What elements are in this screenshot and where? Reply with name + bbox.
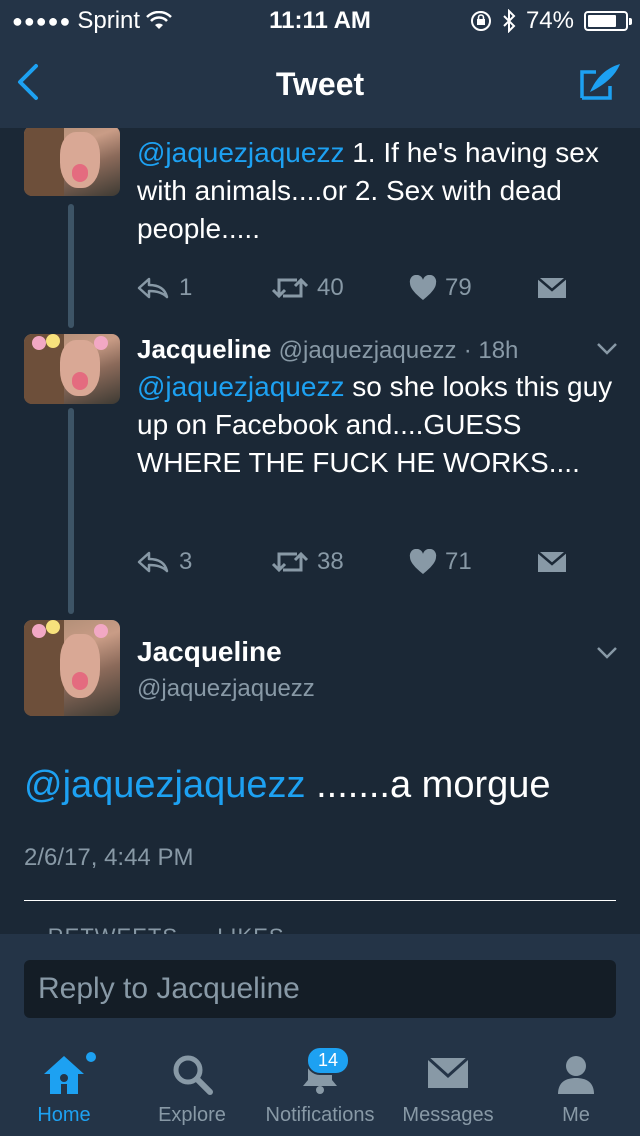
divider: [24, 900, 616, 901]
status-bar: ●●●●● Sprint 11:11 AM 74%: [0, 0, 640, 40]
like-action[interactable]: 79: [409, 274, 537, 302]
battery-percent: 74%: [525, 7, 574, 34]
main-author-handle-line: @jaquezjaquezz: [137, 672, 315, 703]
tweet-actions: 1 40 79: [137, 274, 567, 302]
like-count: 79: [445, 274, 472, 301]
retweet-icon: [271, 551, 309, 573]
compose-tweet-icon[interactable]: [578, 60, 622, 104]
avatar[interactable]: [24, 128, 120, 196]
reply-input[interactable]: [24, 960, 616, 1018]
author-name[interactable]: Jacqueline: [137, 334, 271, 364]
tweet-stats-partial: -- RETWEETS --- LIKES: [24, 924, 285, 934]
tab-home[interactable]: Home: [0, 1034, 128, 1136]
reply-icon: [137, 277, 169, 299]
tab-label: Explore: [158, 1104, 226, 1126]
search-icon: [173, 1055, 213, 1095]
tab-messages[interactable]: Messages: [384, 1034, 512, 1136]
tab-bar: Home Explore 14 Notifications Messages M…: [0, 1034, 640, 1136]
author-handle[interactable]: @jaquezjaquezz: [279, 337, 457, 364]
battery-icon: [584, 11, 632, 31]
thread-connector-line: [68, 204, 74, 328]
tab-label: Home: [37, 1104, 91, 1126]
dm-action[interactable]: [537, 276, 567, 300]
reply-box[interactable]: [24, 960, 616, 1018]
author-name[interactable]: Jacqueline: [137, 636, 282, 667]
tab-label: Notifications: [265, 1104, 375, 1126]
retweet-count: 40: [317, 274, 344, 301]
retweet-action[interactable]: 40: [271, 274, 409, 302]
avatar[interactable]: [24, 334, 120, 404]
reply-icon: [137, 551, 169, 573]
nav-bar: Tweet: [0, 40, 640, 128]
chevron-down-icon[interactable]: [596, 342, 618, 356]
reply-count: 3: [179, 548, 193, 575]
person-icon: [558, 1056, 594, 1094]
heart-icon: [409, 275, 437, 300]
rotation-lock-icon: [470, 11, 491, 31]
envelope-icon: [537, 277, 567, 298]
tab-me[interactable]: Me: [512, 1034, 640, 1136]
tweet-age: · 18h: [463, 337, 519, 364]
tab-label: Me: [562, 1104, 590, 1126]
retweet-action[interactable]: 38: [271, 548, 409, 576]
tweet-actions: 3 38 71: [137, 548, 567, 576]
status-right: 74%: [470, 7, 632, 35]
envelope-icon: [426, 1056, 470, 1088]
envelope-icon: [537, 551, 567, 572]
mention-link[interactable]: @jaquezjaquezz: [137, 371, 344, 402]
reply-action[interactable]: 1: [137, 274, 271, 302]
chevron-down-icon[interactable]: [596, 646, 618, 660]
retweet-count: 38: [317, 548, 344, 575]
notification-badge: 14: [306, 1046, 351, 1075]
tweet-text: @jaquezjaquezz so she looks this guy up …: [137, 368, 617, 482]
avatar[interactable]: [24, 620, 120, 716]
page-title: Tweet: [275, 66, 365, 102]
main-author-name-line: Jacqueline: [137, 636, 282, 668]
heart-icon: [409, 549, 437, 574]
home-icon: [44, 1056, 84, 1094]
mention-link[interactable]: @jaquezjaquezz: [24, 764, 306, 806]
tab-explore[interactable]: Explore: [128, 1034, 256, 1136]
tweet-author-line: Jacqueline @jaquezjaquezz · 18h: [137, 334, 518, 365]
dm-action[interactable]: [537, 550, 567, 574]
reply-bar: [0, 934, 640, 1034]
tweet-detail-feed: @jaquezjaquezz 1. If he's having sex wit…: [0, 128, 640, 934]
like-count: 71: [445, 548, 472, 575]
like-action[interactable]: 71: [409, 548, 537, 576]
author-handle[interactable]: @jaquezjaquezz: [137, 675, 315, 702]
retweet-icon: [271, 277, 309, 299]
tab-notifications[interactable]: 14 Notifications: [256, 1034, 384, 1136]
thread-connector-line: [68, 408, 74, 614]
tweet-body: .......a morgue: [305, 764, 551, 806]
reply-action[interactable]: 3: [137, 548, 271, 576]
tweet-text: @jaquezjaquezz 1. If he's having sex wit…: [137, 134, 617, 248]
mention-link[interactable]: @jaquezjaquezz: [137, 137, 344, 168]
main-tweet-text: @jaquezjaquezz .......a morgue: [24, 764, 551, 807]
tab-label: Messages: [402, 1104, 494, 1126]
reply-count: 1: [179, 274, 193, 301]
new-indicator-dot: [86, 1052, 96, 1062]
bluetooth-icon: [503, 9, 516, 33]
tweet-timestamp: 2/6/17, 4:44 PM: [24, 844, 194, 871]
